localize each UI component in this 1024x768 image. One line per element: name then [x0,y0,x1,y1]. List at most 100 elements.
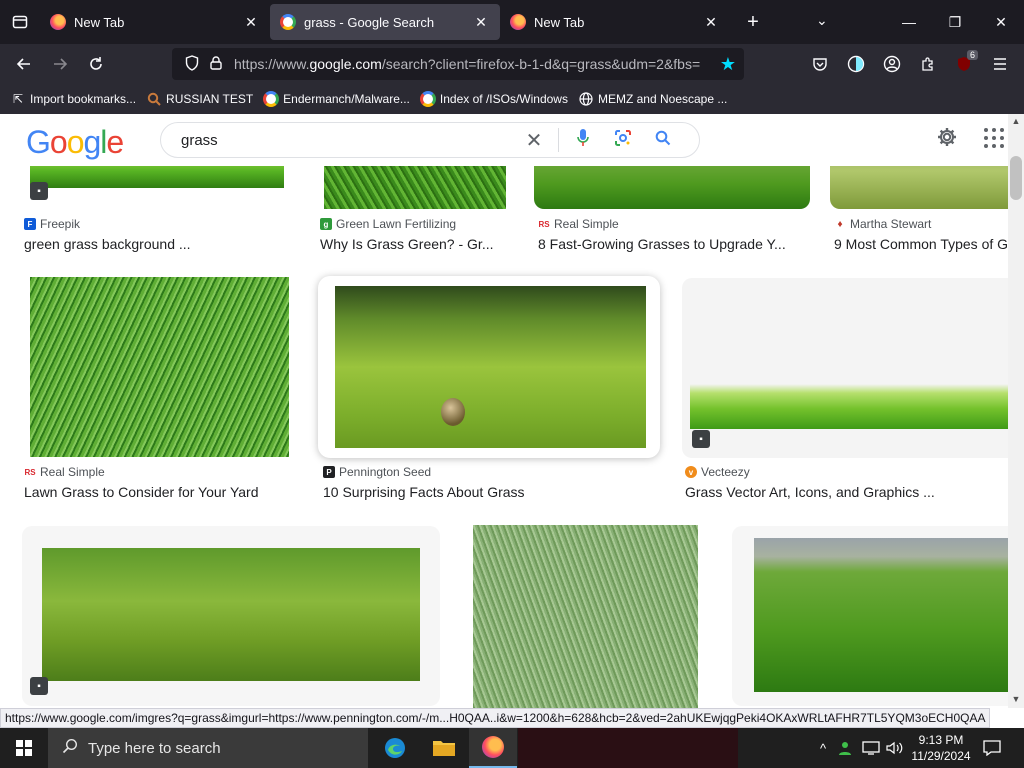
system-clock[interactable]: 9:13 PM 11/29/2024 [904,732,978,764]
start-button[interactable] [0,728,48,768]
result-source[interactable]: ♦ Martha Stewart [834,217,931,231]
result-thumbnail[interactable] [534,166,810,209]
bookmark-russian-test[interactable]: RUSSIAN TEST [146,91,253,107]
action-center-notification-icon[interactable] [980,728,1004,768]
result-thumbnail[interactable] [30,277,289,457]
firefox-icon [50,14,66,30]
bookmark-import[interactable]: ⇱ Import bookmarks... [10,91,136,107]
tray-people-icon[interactable] [836,728,858,768]
extensions-button[interactable] [912,48,944,80]
result-thumbnail[interactable] [830,166,1008,209]
globe-icon [578,91,594,107]
firefox-icon [510,14,526,30]
image-badge-icon: ▪ [30,182,48,200]
result-thumbnail[interactable] [335,286,646,448]
lock-icon[interactable] [204,55,228,73]
url-text[interactable]: https://www.google.com/search?client=fir… [234,56,720,72]
real-simple-icon: RS [538,218,550,230]
lens-camera-icon[interactable] [603,129,643,152]
result-thumbnail[interactable] [30,166,284,188]
search-box: ✕ [160,122,700,158]
result-caption[interactable]: Grass Vector Art, Icons, and Graphics ..… [685,484,985,500]
reload-button[interactable] [78,48,114,80]
taskbar-search[interactable]: Type here to search [48,728,368,768]
new-tab-button[interactable]: + [738,11,768,34]
timer-icon [847,55,865,73]
scroll-up-arrow-icon[interactable]: ▲ [1008,116,1024,130]
result-thumbnail[interactable] [473,525,698,708]
back-button[interactable] [6,48,42,80]
minimize-button[interactable]: — [886,0,932,44]
hamburger-menu-icon [994,58,1006,70]
bookmark-isos-windows[interactable]: Index of /ISOs/Windows [419,91,568,107]
network-icon[interactable] [860,728,882,768]
result-source[interactable]: g Green Lawn Fertilizing [320,217,456,231]
page-scrollbar[interactable] [1008,114,1024,708]
tab-google-search[interactable]: grass - Google Search ✕ [270,4,500,40]
extension-button-timer[interactable] [840,48,872,80]
close-icon[interactable]: ✕ [702,14,720,31]
pocket-icon [813,58,827,71]
tab-new-tab-2[interactable]: New Tab ✕ [500,4,730,40]
bookmark-endermanch[interactable]: Endermanch/Malware... [263,91,410,107]
google-apps-grid-icon[interactable] [982,126,1006,150]
ublock-button[interactable]: 6 [948,48,980,80]
clock-date: 11/29/2024 [911,749,971,763]
scrollbar-thumb[interactable] [1010,156,1022,200]
tab-title: New Tab [534,14,585,30]
scroll-down-arrow-icon[interactable]: ▼ [1008,694,1024,708]
list-all-tabs-chevron-icon[interactable]: ⌄ [816,12,828,29]
windows-taskbar: Type here to search ^ 9:13 PM 11/29/2024 [0,728,1024,768]
result-source[interactable]: RS Real Simple [24,465,105,479]
result-thumbnail[interactable] [324,166,506,209]
result-caption[interactable]: 10 Surprising Facts About Grass [323,484,653,500]
tab-new-tab-1[interactable]: New Tab ✕ [40,4,270,40]
search-input[interactable] [181,131,514,149]
search-submit-icon[interactable] [643,130,683,151]
result-thumbnail[interactable] [42,548,420,681]
url-prefix: https://www. [234,56,310,72]
search-icon [146,91,162,107]
shield-icon[interactable] [180,54,204,74]
menu-button[interactable] [984,48,1016,80]
extension-badge: 6 [966,50,978,60]
bookmark-star-icon[interactable]: ★ [720,54,736,75]
close-window-button[interactable]: ✕ [978,0,1024,44]
bookmark-label: RUSSIAN TEST [166,92,254,106]
result-thumbnail[interactable] [754,538,1008,692]
settings-gear-icon[interactable] [936,126,958,154]
result-thumbnail[interactable] [690,384,1008,429]
restore-button[interactable]: ❐ [932,0,978,44]
volume-icon[interactable] [884,728,906,768]
result-caption[interactable]: Lawn Grass to Consider for Your Yard [24,484,304,500]
bookmark-memz[interactable]: MEMZ and Noescape ... [578,91,727,107]
tab-bar: New Tab ✕ grass - Google Search ✕ New Ta… [0,0,1024,44]
google-icon [263,91,280,107]
taskbar-file-explorer[interactable] [420,728,468,768]
taskbar-firefox[interactable] [469,728,517,768]
voice-search-mic-icon[interactable] [563,128,603,153]
result-source[interactable]: v Vecteezy [685,465,750,479]
result-caption[interactable]: Why Is Grass Green? - Gr... [320,236,510,252]
account-button[interactable] [876,48,908,80]
result-caption[interactable]: green grass background ... [24,236,294,252]
close-icon[interactable]: ✕ [242,14,260,31]
result-source[interactable]: P Pennington Seed [323,465,431,479]
pocket-button[interactable] [804,48,836,80]
show-hidden-icons-chevron-icon[interactable]: ^ [812,728,834,768]
taskbar-empty-area [518,728,738,768]
clear-search-close-icon[interactable]: ✕ [514,128,554,153]
result-caption[interactable]: 8 Fast-Growing Grasses to Upgrade Y... [538,236,804,252]
arrow-right-icon [54,58,68,70]
search-icon [62,738,78,759]
result-source[interactable]: RS Real Simple [538,217,619,231]
close-icon[interactable]: ✕ [472,14,490,31]
firefox-view-button[interactable] [0,0,40,44]
google-logo[interactable]: Google [26,124,124,161]
search-divider [558,128,559,152]
result-source[interactable]: F Freepik [24,217,80,231]
address-bar[interactable]: https://www.google.com/search?client=fir… [172,48,744,80]
forward-button[interactable] [42,48,78,80]
result-caption[interactable]: 9 Most Common Types of G [834,236,1008,252]
taskbar-edge[interactable] [371,728,419,768]
